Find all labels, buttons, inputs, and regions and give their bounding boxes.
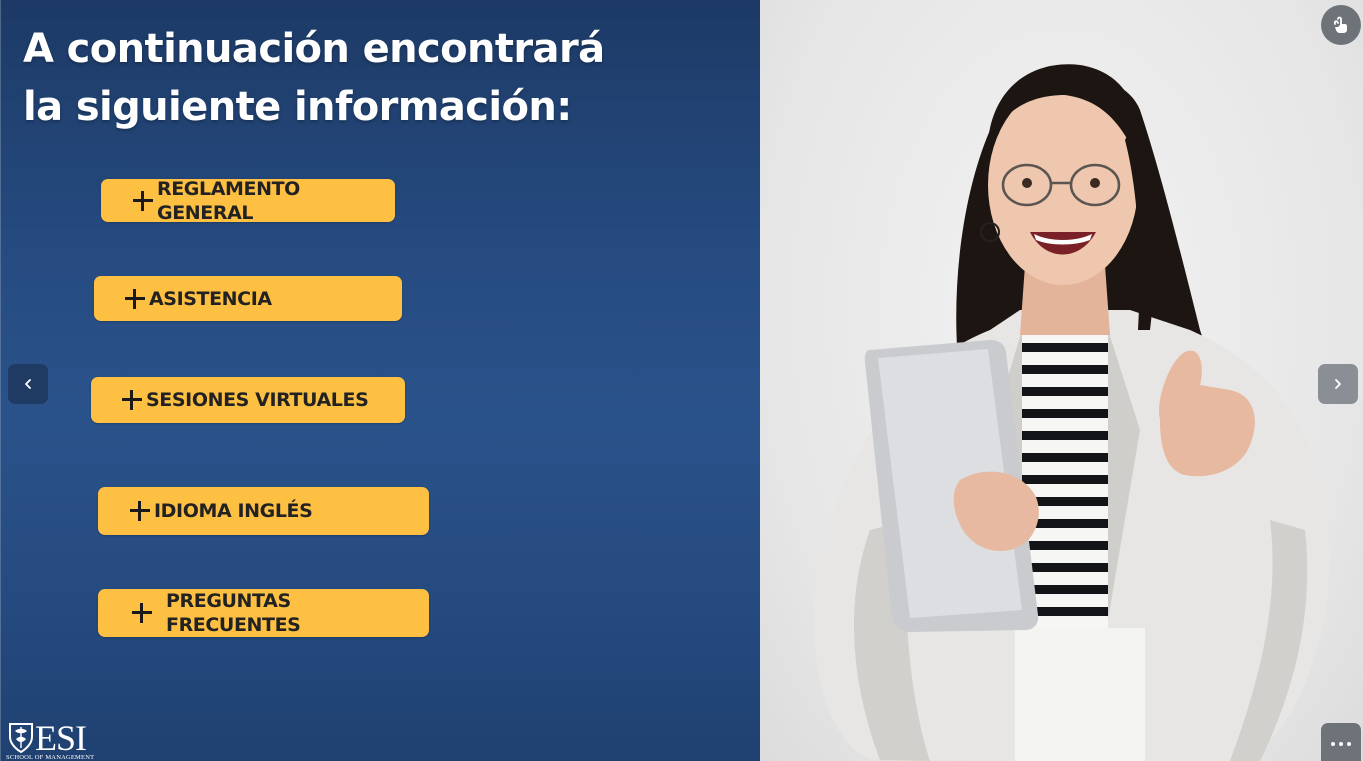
plus-icon [128,499,152,523]
chevron-right-icon [1335,379,1341,389]
menu-item-label: PREGUNTAS FRECUENTES [166,590,301,636]
slide-title: A continuación encontrará la siguiente i… [23,26,605,130]
plus-icon [131,189,155,213]
previous-slide-button[interactable] [8,364,48,404]
more-horizontal-icon [1329,733,1353,751]
esi-logo: ESI SCHOOL OF MANAGEMENT [5,719,95,761]
menu-item-sesiones-virtuales[interactable]: SESIONES VIRTUALES [91,377,405,423]
menu-item-label: ASISTENCIA [149,287,272,310]
more-options-button[interactable] [1321,723,1361,761]
menu-item-label: SESIONES VIRTUALES [146,389,369,411]
menu-item-label: IDIOMA INGLÉS [154,500,313,522]
plus-icon [130,601,154,625]
interaction-toggle-button[interactable] [1321,5,1361,45]
logo-tagline: SCHOOL OF MANAGEMENT [6,754,95,761]
menu-item-idioma-ingles[interactable]: IDIOMA INGLÉS [98,487,429,535]
menu-item-asistencia[interactable]: ASISTENCIA [94,276,402,321]
chevron-left-icon [25,379,31,389]
logo-wordmark: ESI [35,718,87,758]
shield-logo-icon [9,723,33,754]
businesswoman-photo [813,64,1330,761]
next-slide-button[interactable] [1318,364,1358,404]
menu-item-preguntas-frecuentes[interactable]: PREGUNTAS FRECUENTES [98,589,429,637]
plus-icon [120,388,144,412]
plus-icon [123,287,147,311]
touch-icon [1333,16,1347,33]
menu-item-label: REGLAMENTO GENERAL [157,177,300,224]
menu-item-reglamento-general[interactable]: REGLAMENTO GENERAL [101,177,395,224]
slide-photo-panel [760,0,1363,761]
slide-left-panel: A continuación encontrará la siguiente i… [0,0,760,761]
